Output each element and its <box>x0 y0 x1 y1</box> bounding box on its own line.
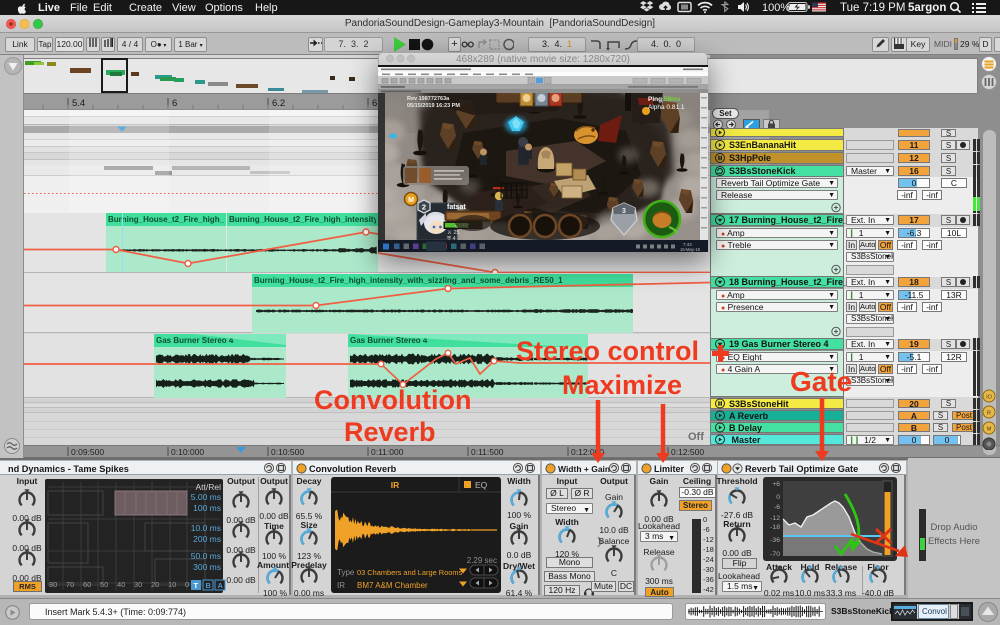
svg-text:Rev 198772763a: Rev 198772763a <box>407 96 450 102</box>
svg-text:15-May-19: 15-May-19 <box>680 247 701 252</box>
svg-text:05/15/2019 16:23 PM: 05/15/2019 16:23 PM <box>407 103 460 109</box>
svg-text:fatsat: fatsat <box>447 204 466 211</box>
svg-text:3: 3 <box>622 208 626 215</box>
svg-text:-12: -12 <box>770 515 780 522</box>
svg-text:0: 0 <box>776 494 780 501</box>
svg-text:-6: -6 <box>774 504 780 511</box>
svg-text:2: 2 <box>422 203 426 212</box>
svg-text:+6: +6 <box>772 481 780 488</box>
svg-text:M: M <box>408 197 414 204</box>
svg-text:Alpha 0.81.1: Alpha 0.81.1 <box>648 104 685 111</box>
svg-text:Ping 58ms: Ping 58ms <box>648 96 681 103</box>
svg-text:⚔ 25: ⚔ 25 <box>447 229 460 236</box>
svg-text:-70: -70 <box>770 551 780 558</box>
